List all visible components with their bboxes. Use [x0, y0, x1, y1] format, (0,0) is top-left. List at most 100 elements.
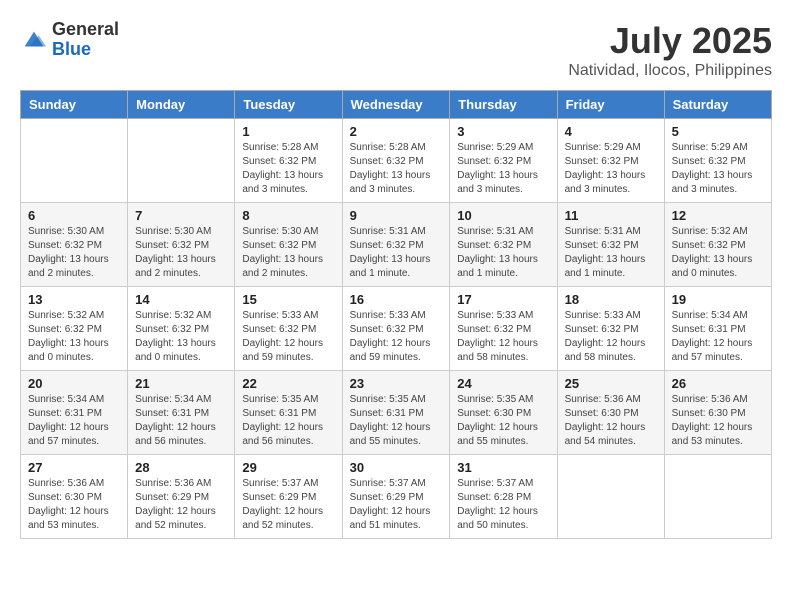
day-info: Sunrise: 5:29 AM Sunset: 6:32 PM Dayligh…	[565, 141, 657, 197]
calendar-header-tuesday: Tuesday	[235, 91, 342, 119]
day-number: 26	[672, 376, 764, 391]
day-number: 20	[28, 376, 120, 391]
day-info: Sunrise: 5:33 AM Sunset: 6:32 PM Dayligh…	[350, 309, 443, 365]
day-number: 11	[565, 208, 657, 223]
calendar-week-row: 13 Sunrise: 5:32 AM Sunset: 6:32 PM Dayli…	[21, 287, 772, 371]
day-info: Sunrise: 5:34 AM Sunset: 6:31 PM Dayligh…	[135, 393, 227, 449]
day-info: Sunrise: 5:35 AM Sunset: 6:31 PM Dayligh…	[350, 393, 443, 449]
day-number: 24	[457, 376, 549, 391]
calendar-cell: 29 Sunrise: 5:37 AM Sunset: 6:29 PM Dayli…	[235, 455, 342, 539]
logo-icon	[20, 26, 48, 54]
calendar-week-row: 27 Sunrise: 5:36 AM Sunset: 6:30 PM Dayli…	[21, 455, 772, 539]
calendar-cell: 22 Sunrise: 5:35 AM Sunset: 6:31 PM Dayli…	[235, 371, 342, 455]
calendar-cell: 19 Sunrise: 5:34 AM Sunset: 6:31 PM Dayli…	[664, 287, 771, 371]
calendar-cell: 12Sunrise: 5:32 AM Sunset: 6:32 PM Dayli…	[664, 203, 771, 287]
day-info: Sunrise: 5:36 AM Sunset: 6:30 PM Dayligh…	[565, 393, 657, 449]
day-number: 25	[565, 376, 657, 391]
day-number: 21	[135, 376, 227, 391]
calendar-cell: 5Sunrise: 5:29 AM Sunset: 6:32 PM Daylig…	[664, 119, 771, 203]
calendar-cell: 13 Sunrise: 5:32 AM Sunset: 6:32 PM Dayli…	[21, 287, 128, 371]
calendar-cell	[128, 119, 235, 203]
day-number: 7	[135, 208, 227, 223]
calendar-cell	[557, 455, 664, 539]
day-info: Sunrise: 5:33 AM Sunset: 6:32 PM Dayligh…	[457, 309, 549, 365]
calendar-cell: 20 Sunrise: 5:34 AM Sunset: 6:31 PM Dayli…	[21, 371, 128, 455]
logo-general: General	[52, 20, 119, 40]
calendar-header-row: SundayMondayTuesdayWednesdayThursdayFrid…	[21, 91, 772, 119]
calendar-cell: 3 Sunrise: 5:29 AM Sunset: 6:32 PM Daylig…	[450, 119, 557, 203]
day-number: 6	[28, 208, 120, 223]
day-number: 8	[242, 208, 334, 223]
day-number: 29	[242, 460, 334, 475]
day-info: Sunrise: 5:35 AM Sunset: 6:31 PM Dayligh…	[242, 393, 334, 449]
calendar-table: SundayMondayTuesdayWednesdayThursdayFrid…	[20, 90, 772, 539]
day-number: 31	[457, 460, 549, 475]
day-info: Sunrise: 5:37 AM Sunset: 6:29 PM Dayligh…	[242, 477, 334, 533]
day-info: Sunrise: 5:31 AM Sunset: 6:32 PM Dayligh…	[350, 225, 443, 281]
calendar-header-sunday: Sunday	[21, 91, 128, 119]
day-number: 5	[672, 124, 764, 139]
calendar-cell: 4 Sunrise: 5:29 AM Sunset: 6:32 PM Daylig…	[557, 119, 664, 203]
calendar-cell: 14Sunrise: 5:32 AM Sunset: 6:32 PM Dayli…	[128, 287, 235, 371]
calendar-cell: 2Sunrise: 5:28 AM Sunset: 6:32 PM Daylig…	[342, 119, 450, 203]
logo-blue: Blue	[52, 40, 119, 60]
calendar-cell: 17 Sunrise: 5:33 AM Sunset: 6:32 PM Dayli…	[450, 287, 557, 371]
day-number: 16	[350, 292, 443, 307]
calendar-cell: 15 Sunrise: 5:33 AM Sunset: 6:32 PM Dayli…	[235, 287, 342, 371]
calendar-header-monday: Monday	[128, 91, 235, 119]
day-number: 2	[350, 124, 443, 139]
logo: General Blue	[20, 20, 119, 60]
day-number: 19	[672, 292, 764, 307]
calendar-cell: 24 Sunrise: 5:35 AM Sunset: 6:30 PM Dayli…	[450, 371, 557, 455]
main-title: July 2025	[568, 20, 772, 62]
calendar-week-row: 1 Sunrise: 5:28 AM Sunset: 6:32 PM Daylig…	[21, 119, 772, 203]
day-info: Sunrise: 5:32 AM Sunset: 6:32 PM Dayligh…	[135, 309, 227, 365]
day-number: 4	[565, 124, 657, 139]
calendar-header-saturday: Saturday	[664, 91, 771, 119]
day-info: Sunrise: 5:30 AM Sunset: 6:32 PM Dayligh…	[28, 225, 120, 281]
day-info: Sunrise: 5:29 AM Sunset: 6:32 PM Dayligh…	[457, 141, 549, 197]
calendar-cell: 6 Sunrise: 5:30 AM Sunset: 6:32 PM Daylig…	[21, 203, 128, 287]
day-info: Sunrise: 5:36 AM Sunset: 6:30 PM Dayligh…	[28, 477, 120, 533]
day-number: 10	[457, 208, 549, 223]
day-number: 3	[457, 124, 549, 139]
day-info: Sunrise: 5:35 AM Sunset: 6:30 PM Dayligh…	[457, 393, 549, 449]
day-number: 17	[457, 292, 549, 307]
day-info: Sunrise: 5:34 AM Sunset: 6:31 PM Dayligh…	[672, 309, 764, 365]
calendar-cell: 11 Sunrise: 5:31 AM Sunset: 6:32 PM Dayli…	[557, 203, 664, 287]
calendar-cell: 7 Sunrise: 5:30 AM Sunset: 6:32 PM Daylig…	[128, 203, 235, 287]
calendar-cell: 26 Sunrise: 5:36 AM Sunset: 6:30 PM Dayli…	[664, 371, 771, 455]
calendar-cell: 1 Sunrise: 5:28 AM Sunset: 6:32 PM Daylig…	[235, 119, 342, 203]
day-info: Sunrise: 5:32 AM Sunset: 6:32 PM Dayligh…	[28, 309, 120, 365]
logo-text: General Blue	[52, 20, 119, 60]
day-info: Sunrise: 5:30 AM Sunset: 6:32 PM Dayligh…	[135, 225, 227, 281]
day-number: 27	[28, 460, 120, 475]
day-info: Sunrise: 5:31 AM Sunset: 6:32 PM Dayligh…	[565, 225, 657, 281]
day-info: Sunrise: 5:33 AM Sunset: 6:32 PM Dayligh…	[242, 309, 334, 365]
day-number: 22	[242, 376, 334, 391]
page-header: General Blue July 2025 Natividad, Ilocos…	[20, 20, 772, 80]
day-info: Sunrise: 5:28 AM Sunset: 6:32 PM Dayligh…	[242, 141, 334, 197]
calendar-cell: 9Sunrise: 5:31 AM Sunset: 6:32 PM Daylig…	[342, 203, 450, 287]
calendar-cell: 16 Sunrise: 5:33 AM Sunset: 6:32 PM Dayli…	[342, 287, 450, 371]
day-number: 1	[242, 124, 334, 139]
day-info: Sunrise: 5:36 AM Sunset: 6:30 PM Dayligh…	[672, 393, 764, 449]
day-info: Sunrise: 5:31 AM Sunset: 6:32 PM Dayligh…	[457, 225, 549, 281]
day-number: 18	[565, 292, 657, 307]
title-block: July 2025 Natividad, Ilocos, Philippines	[568, 20, 772, 80]
day-number: 30	[350, 460, 443, 475]
day-info: Sunrise: 5:30 AM Sunset: 6:32 PM Dayligh…	[242, 225, 334, 281]
day-number: 28	[135, 460, 227, 475]
day-info: Sunrise: 5:34 AM Sunset: 6:31 PM Dayligh…	[28, 393, 120, 449]
day-info: Sunrise: 5:32 AM Sunset: 6:32 PM Dayligh…	[672, 225, 764, 281]
calendar-cell: 27 Sunrise: 5:36 AM Sunset: 6:30 PM Dayli…	[21, 455, 128, 539]
calendar-cell: 30Sunrise: 5:37 AM Sunset: 6:29 PM Dayli…	[342, 455, 450, 539]
calendar-header-friday: Friday	[557, 91, 664, 119]
day-info: Sunrise: 5:37 AM Sunset: 6:28 PM Dayligh…	[457, 477, 549, 533]
calendar-cell: 28Sunrise: 5:36 AM Sunset: 6:29 PM Dayli…	[128, 455, 235, 539]
calendar-cell: 8 Sunrise: 5:30 AM Sunset: 6:32 PM Daylig…	[235, 203, 342, 287]
day-info: Sunrise: 5:33 AM Sunset: 6:32 PM Dayligh…	[565, 309, 657, 365]
calendar-cell: 10 Sunrise: 5:31 AM Sunset: 6:32 PM Dayli…	[450, 203, 557, 287]
day-number: 13	[28, 292, 120, 307]
day-number: 15	[242, 292, 334, 307]
